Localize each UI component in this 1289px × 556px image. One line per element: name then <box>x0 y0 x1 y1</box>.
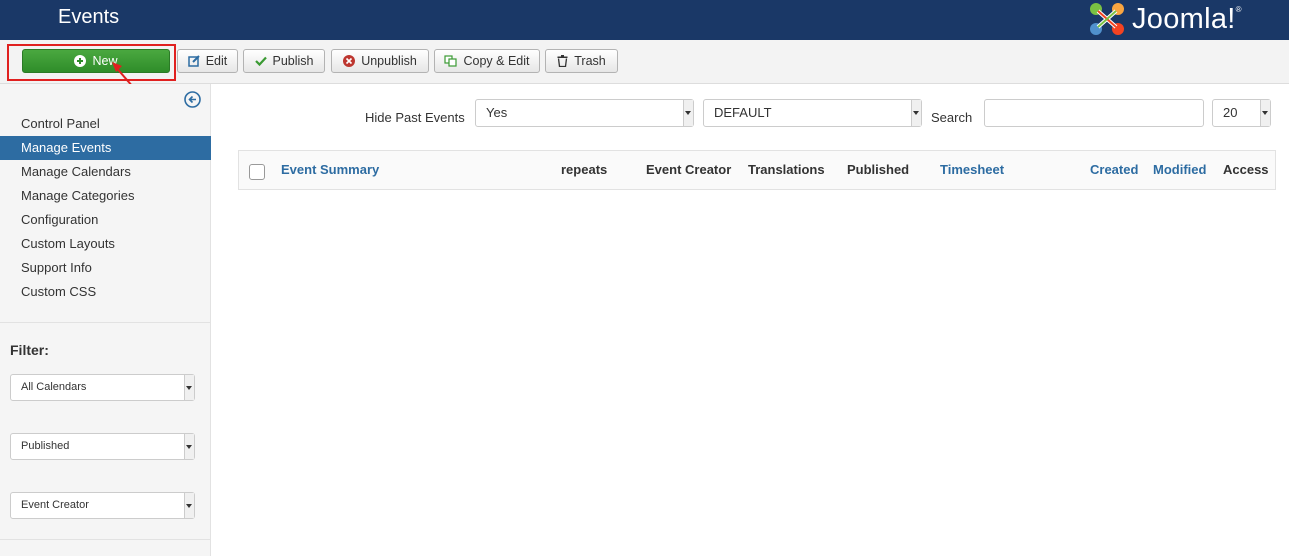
sidebar: Control Panel Manage Events Manage Calen… <box>0 84 211 556</box>
edit-button[interactable]: Edit <box>177 49 238 73</box>
col-published: Published <box>847 162 910 177</box>
joomla-logo: Joomla! ® <box>1088 0 1242 38</box>
search-label: Search <box>931 110 973 125</box>
sidebar-item-manage-calendars[interactable]: Manage Calendars <box>0 160 211 184</box>
published-filter-select[interactable]: Published <box>10 433 195 460</box>
chevron-down-icon <box>683 100 693 126</box>
col-created[interactable]: Created <box>1090 162 1138 177</box>
collapse-sidebar-icon[interactable] <box>184 91 201 111</box>
col-event-summary[interactable]: Event Summary <box>281 162 379 177</box>
joomla-logo-icon <box>1090 3 1124 35</box>
unpublish-button[interactable]: Unpublish <box>331 49 429 73</box>
col-repeats: repeats <box>561 162 608 177</box>
col-timesheet[interactable]: Timesheet <box>940 162 1004 177</box>
copy-edit-button[interactable]: Copy & Edit <box>434 49 540 73</box>
publish-button[interactable]: Publish <box>243 49 325 73</box>
list-limit-value: 20 <box>1223 105 1238 120</box>
unpublish-circle-x-icon <box>343 55 356 67</box>
sidebar-item-custom-css[interactable]: Custom CSS <box>0 280 211 304</box>
logo-registered: ® <box>1235 4 1242 14</box>
check-icon <box>254 55 267 67</box>
sidebar-divider-bottom <box>0 539 210 540</box>
toolbar: New Edit Publish Unpublish Copy & Edit T… <box>0 40 1289 84</box>
sidebar-item-manage-events[interactable]: Manage Events <box>0 136 211 160</box>
layout-select[interactable]: DEFAULT <box>703 99 922 127</box>
sidebar-item-control-panel[interactable]: Control Panel <box>0 112 211 136</box>
trash-label: Trash <box>574 54 606 68</box>
calendar-filter-select[interactable]: All Calendars <box>10 374 195 401</box>
trash-button[interactable]: Trash <box>545 49 618 73</box>
sidebar-item-configuration[interactable]: Configuration <box>0 208 211 232</box>
edit-label: Edit <box>205 54 228 68</box>
chevron-down-icon <box>184 375 194 400</box>
list-limit-select[interactable]: 20 <box>1212 99 1271 127</box>
col-translations: Translations <box>748 162 825 177</box>
publish-label: Publish <box>272 54 314 68</box>
hide-past-events-label: Hide Past Events <box>365 110 465 125</box>
filter-heading: Filter: <box>10 342 49 358</box>
layout-value: DEFAULT <box>714 105 772 120</box>
sidebar-item-custom-layouts[interactable]: Custom Layouts <box>0 232 211 256</box>
sidebar-divider <box>0 322 210 323</box>
chevron-down-icon <box>184 434 194 459</box>
sidebar-nav: Control Panel Manage Events Manage Calen… <box>0 112 211 304</box>
logo-text: Joomla! <box>1132 2 1236 35</box>
search-input[interactable] <box>984 99 1204 127</box>
events-table-header: Event Summary repeats Event Creator Tran… <box>238 150 1276 190</box>
page-title: Events <box>58 6 120 28</box>
hide-past-events-select[interactable]: Yes <box>475 99 694 127</box>
chevron-down-icon <box>1260 100 1270 126</box>
unpublish-label: Unpublish <box>361 54 417 68</box>
col-event-creator: Event Creator <box>646 162 732 177</box>
copy-icon <box>444 55 458 67</box>
sidebar-item-manage-categories[interactable]: Manage Categories <box>0 184 211 208</box>
col-access: Access <box>1223 162 1269 177</box>
trash-icon <box>557 55 568 67</box>
hide-past-events-value: Yes <box>486 105 508 120</box>
copy-edit-label: Copy & Edit <box>463 54 530 68</box>
select-all-checkbox[interactable] <box>249 164 265 180</box>
creator-filter-value: Event Creator <box>21 499 89 511</box>
edit-icon <box>187 55 200 67</box>
calendar-filter-value: All Calendars <box>21 381 87 393</box>
sidebar-item-support-info[interactable]: Support Info <box>0 256 211 280</box>
col-modified[interactable]: Modified <box>1153 162 1206 177</box>
chevron-down-icon <box>184 493 194 518</box>
creator-filter-select[interactable]: Event Creator <box>10 492 195 519</box>
published-filter-value: Published <box>21 440 70 452</box>
top-header: Events Joomla! ® <box>0 0 1289 40</box>
chevron-down-icon <box>911 100 921 126</box>
